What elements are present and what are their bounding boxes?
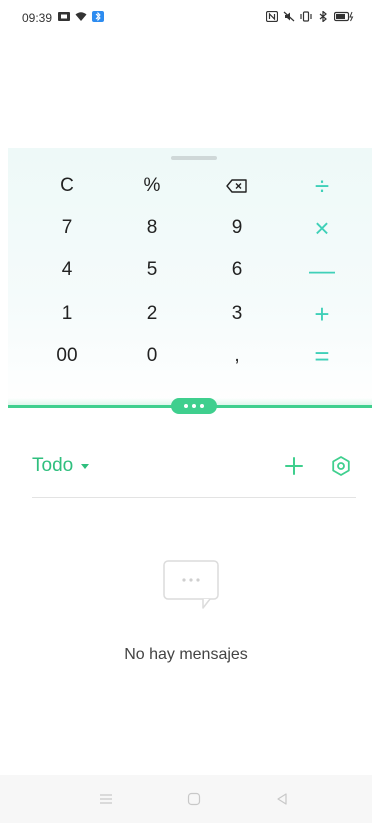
digit-key-3[interactable]: 3: [207, 296, 267, 332]
digit-key-1[interactable]: 1: [37, 296, 97, 332]
status-right-icons: [266, 11, 354, 22]
equals-key[interactable]: =: [292, 338, 352, 374]
expand-handle-button[interactable]: [171, 398, 217, 414]
clear-key[interactable]: C: [37, 168, 97, 204]
key-label: C: [60, 175, 74, 196]
status-bar: 09:39: [0, 0, 372, 36]
mute-icon: [283, 11, 295, 22]
backspace-key[interactable]: [207, 168, 267, 204]
key-label: %: [143, 175, 161, 196]
filter-label: Todo: [32, 455, 74, 476]
dot: [200, 404, 204, 408]
add-key[interactable]: +: [292, 296, 352, 332]
backspace-icon: [226, 179, 247, 193]
digit-key-5[interactable]: 5: [122, 252, 182, 288]
key-label: +: [314, 298, 330, 329]
multiply-key[interactable]: ×: [292, 210, 352, 246]
messages-toolbar: Todo: [32, 452, 356, 484]
decimal-key[interactable]: ,: [207, 338, 267, 374]
battery-charging-icon: [334, 11, 354, 22]
bluetooth-badge-icon: [92, 11, 104, 22]
key-label: ÷: [314, 170, 330, 201]
back-icon[interactable]: [272, 789, 292, 809]
vibrate-icon: [300, 11, 312, 22]
home-icon[interactable]: [184, 789, 204, 809]
nfc-icon: [266, 11, 278, 22]
key-label: ×: [314, 212, 330, 243]
key-label: 00: [56, 345, 78, 366]
empty-state-text: No hay mensajes: [124, 646, 248, 663]
calculator-panel: C% ÷ 7 8 9 × 4 5 6—1 2 3 +00 0, =: [8, 148, 372, 408]
menu-icon[interactable]: [96, 789, 116, 809]
dot: [192, 404, 196, 408]
key-label: =: [314, 340, 330, 371]
filter-dropdown[interactable]: Todo: [32, 455, 90, 477]
subtract-key[interactable]: —: [292, 252, 352, 288]
filter-divider: [32, 497, 356, 498]
digit-key-4[interactable]: 4: [37, 252, 97, 288]
navigation-bar: [0, 775, 372, 823]
key-label: ,: [234, 345, 240, 366]
caret-down-icon: [81, 463, 90, 469]
key-label: 2: [146, 303, 158, 324]
plus-icon[interactable]: [282, 454, 306, 478]
status-left-icons: [58, 11, 104, 22]
dot: [184, 404, 188, 408]
key-label: —: [309, 254, 335, 285]
key-label: 5: [146, 259, 158, 280]
key-label: 3: [231, 303, 243, 324]
digit-key-8[interactable]: 8: [122, 210, 182, 246]
key-label: 9: [231, 217, 243, 238]
digit-key-7[interactable]: 7: [37, 210, 97, 246]
key-label: 8: [146, 217, 158, 238]
divide-key[interactable]: ÷: [292, 168, 352, 204]
digit-key-0[interactable]: 0: [122, 338, 182, 374]
digit-key-6[interactable]: 6: [207, 252, 267, 288]
key-label: 7: [61, 217, 73, 238]
key-label: 6: [231, 259, 243, 280]
drag-handle[interactable]: [171, 156, 217, 160]
chat-bubble-icon: [163, 560, 219, 609]
key-label: 1: [61, 303, 73, 324]
settings-icon[interactable]: [330, 455, 352, 477]
notification-icon: [58, 12, 70, 21]
wifi-icon: [75, 12, 87, 21]
key-label: 0: [146, 345, 158, 366]
digit-key-2[interactable]: 2: [122, 296, 182, 332]
status-time: 09:39: [22, 11, 53, 25]
key-label: 4: [61, 259, 73, 280]
bluetooth-icon: [319, 11, 327, 22]
digit-key-00[interactable]: 00: [37, 338, 97, 374]
digit-key-9[interactable]: 9: [207, 210, 267, 246]
percent-key[interactable]: %: [122, 168, 182, 204]
